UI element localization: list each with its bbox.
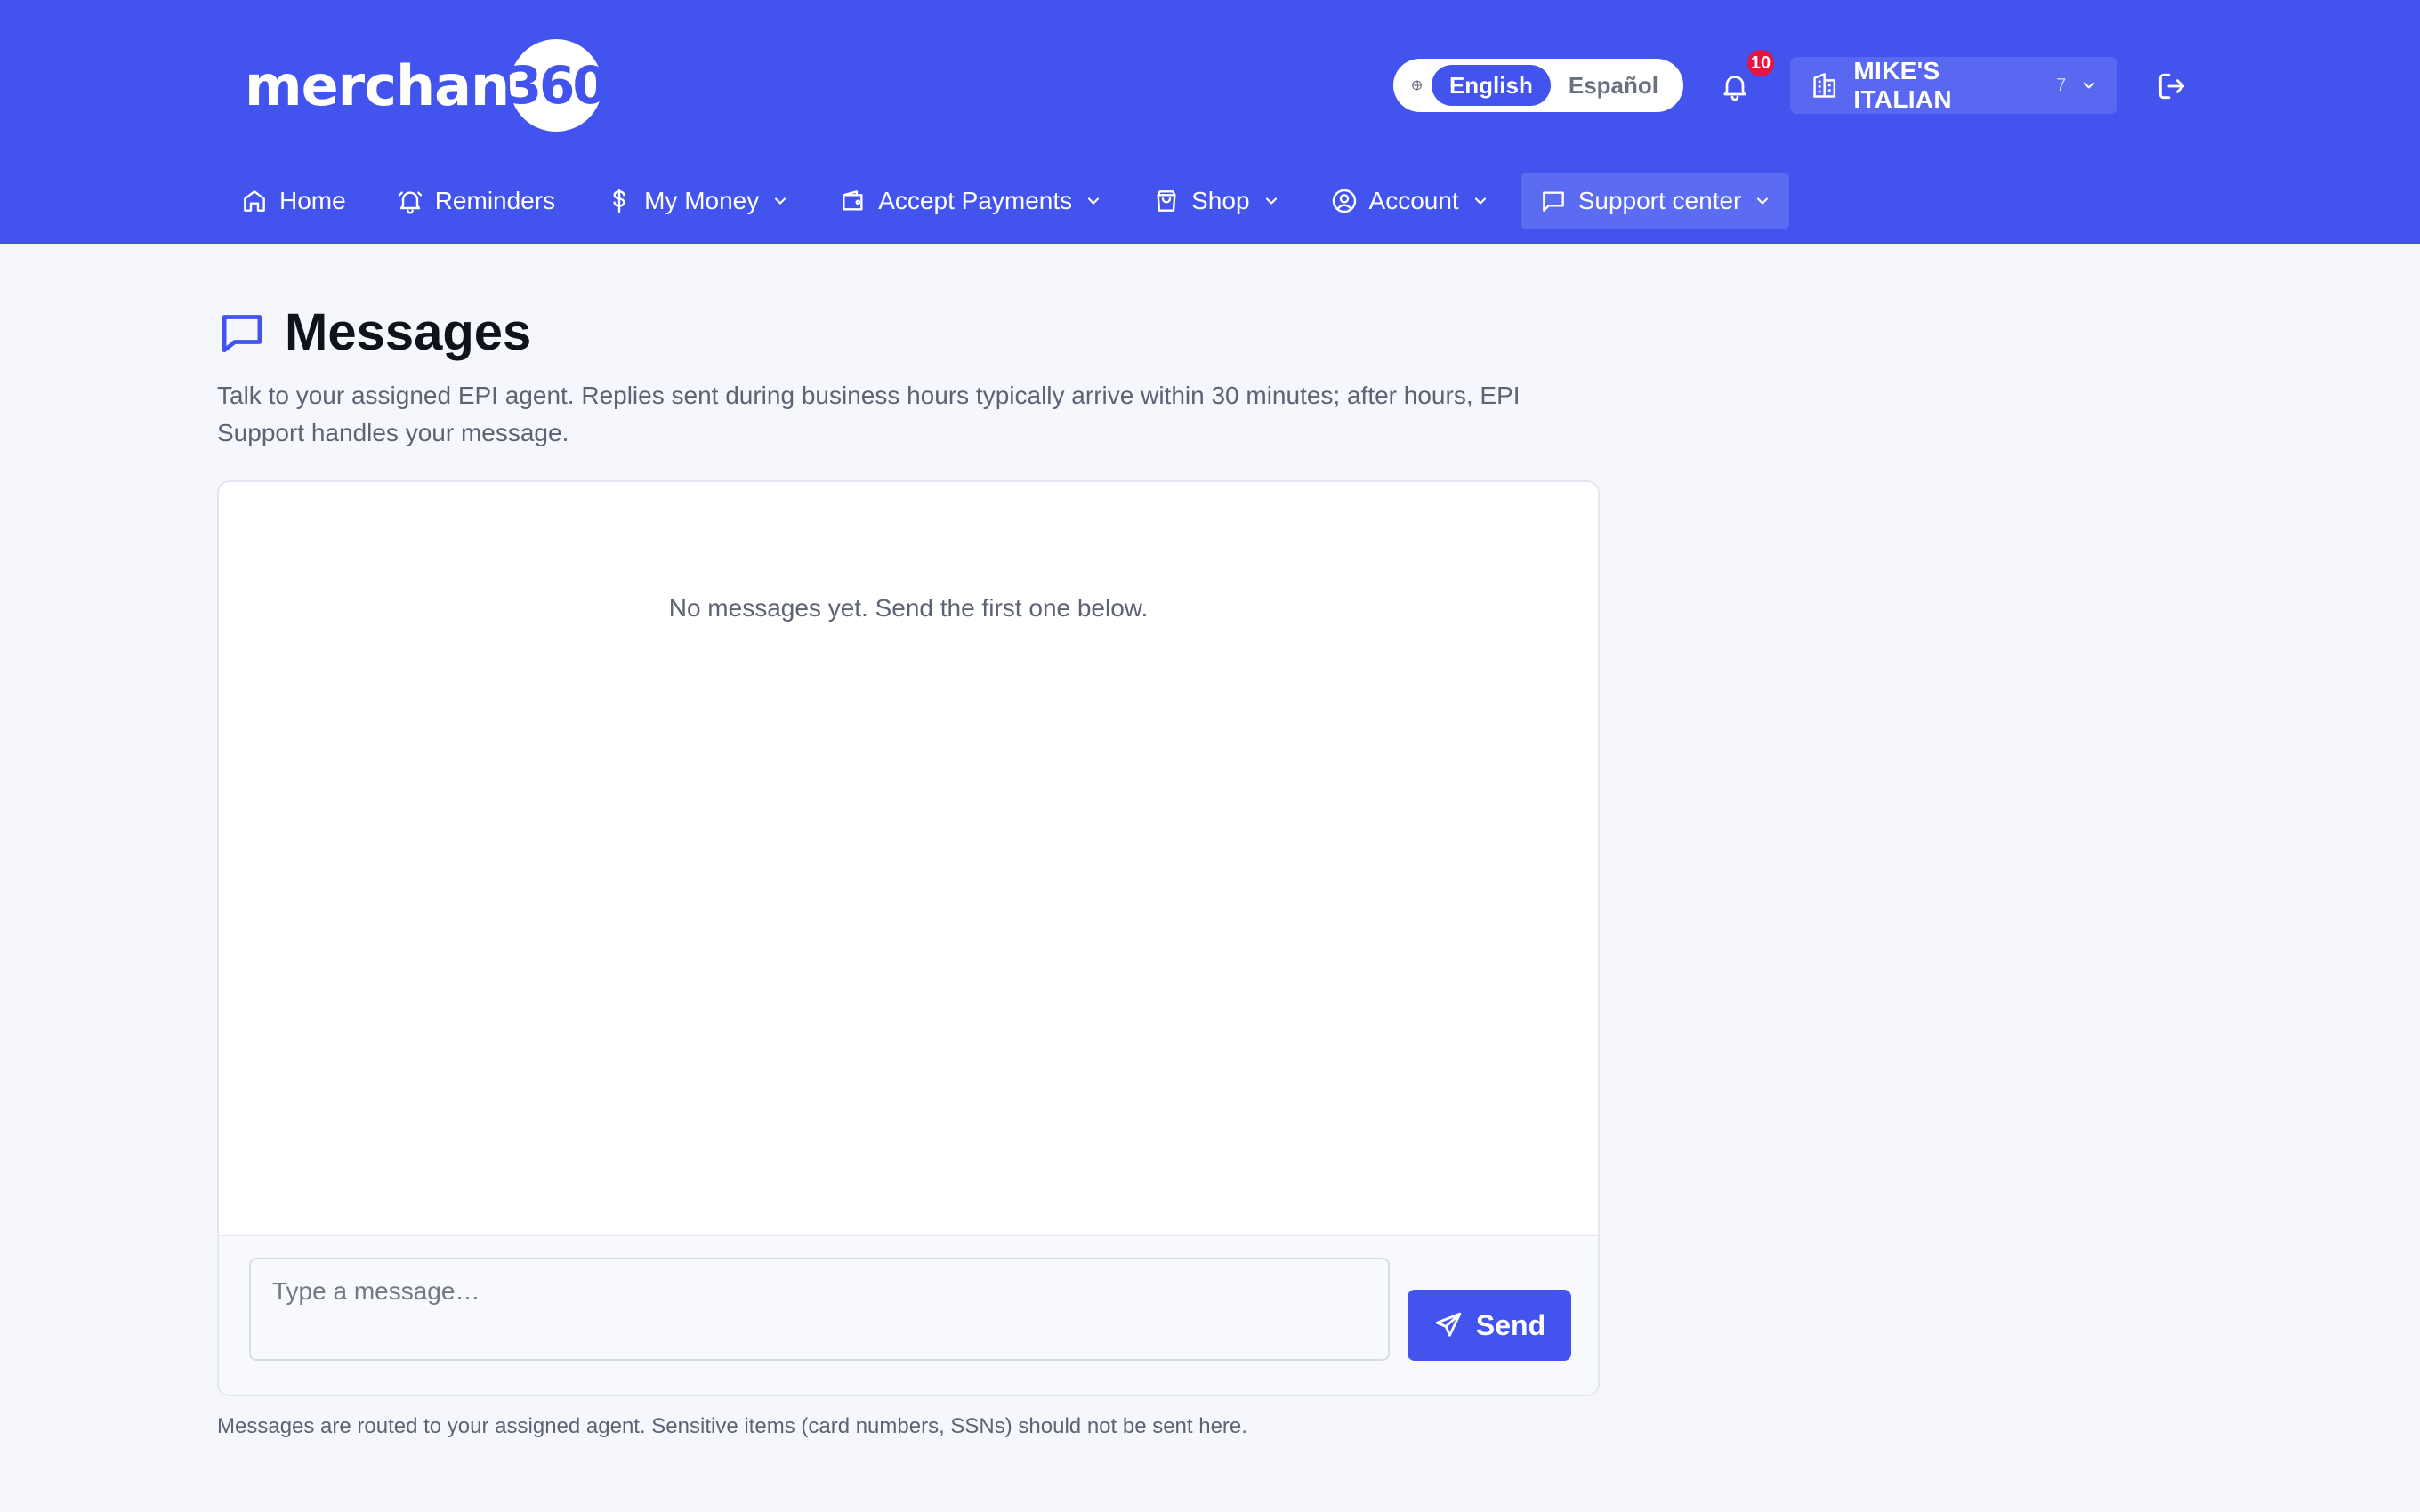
merchant-name: MIKE'S ITALIAN bbox=[1853, 57, 1952, 113]
nav-item-label: Home bbox=[279, 187, 346, 214]
messages-panel: No messages yet. Send the first one belo… bbox=[217, 480, 1600, 1396]
shopping-bag-icon bbox=[1157, 190, 1176, 212]
user-circle-icon bbox=[1332, 189, 1356, 213]
message-input[interactable] bbox=[249, 1258, 1390, 1361]
language-option-espanol[interactable]: Español bbox=[1551, 65, 1676, 106]
nav-item-label: Support center bbox=[1577, 187, 1742, 214]
language-toggle: English Español bbox=[1393, 59, 1683, 112]
page-header: Messages bbox=[217, 302, 531, 362]
send-button-label: Send bbox=[1475, 1308, 1546, 1341]
nav-item-account[interactable]: Account bbox=[1312, 173, 1507, 229]
main-navigation: Home Reminders My Money Accept Payments … bbox=[222, 173, 1803, 229]
notifications-bell-icon[interactable] bbox=[1719, 69, 1751, 103]
chevron-down-icon bbox=[1088, 197, 1100, 205]
send-button[interactable]: Send bbox=[1408, 1290, 1571, 1361]
nav-item-label: Accept Payments bbox=[878, 187, 1073, 214]
home-icon bbox=[244, 190, 265, 212]
nav-item-label: My Money bbox=[644, 187, 760, 214]
page-title: Messages bbox=[285, 303, 532, 361]
nav-item-my-money[interactable]: My Money bbox=[587, 173, 807, 229]
empty-state-message: No messages yet. Send the first one belo… bbox=[668, 594, 1149, 622]
logo-badge: 360 bbox=[506, 39, 609, 132]
merchant-location-count: 7 bbox=[2056, 75, 2067, 95]
send-icon bbox=[1435, 1312, 1462, 1337]
nav-item-shop[interactable]: Shop bbox=[1134, 173, 1297, 229]
message-icon bbox=[222, 314, 262, 352]
nav-item-support-center[interactable]: Support center bbox=[1521, 173, 1790, 229]
bell-icon bbox=[398, 191, 422, 214]
footer-note: Messages are routed to your assigned age… bbox=[217, 1414, 1247, 1438]
chevron-down-icon bbox=[1265, 197, 1277, 205]
chevron-down-icon bbox=[1757, 197, 1769, 205]
nav-item-label: Shop bbox=[1191, 187, 1250, 214]
logo-wordmark: merchant bbox=[245, 52, 536, 118]
nav-item-reminders[interactable]: Reminders bbox=[378, 173, 573, 229]
chevron-down-icon bbox=[775, 197, 786, 205]
message-icon bbox=[1542, 191, 1564, 212]
chevron-down-icon bbox=[2084, 82, 2095, 89]
nav-item-home[interactable]: Home bbox=[222, 173, 364, 229]
message-composer: Send bbox=[219, 1235, 1598, 1395]
notification-count-badge: 10 bbox=[1746, 48, 1776, 78]
globe-icon bbox=[1412, 80, 1422, 91]
nav-item-accept-payments[interactable]: Accept Payments bbox=[821, 173, 1120, 229]
merchant360-logo[interactable]: merchant 360 bbox=[245, 39, 609, 132]
merchant-selector-button[interactable]: MIKE'S ITALIAN 7 bbox=[1790, 57, 2118, 114]
logout-icon[interactable] bbox=[2155, 69, 2189, 103]
nav-item-label: Account bbox=[1368, 187, 1459, 214]
page-subtitle: Talk to your assigned EPI agent. Replies… bbox=[217, 382, 1521, 446]
top-header: merchant 360 English Español 10 MIKE'S I… bbox=[0, 0, 2420, 244]
building-icon bbox=[1813, 73, 1836, 98]
dollar-icon bbox=[613, 189, 625, 213]
nav-item-label: Reminders bbox=[434, 187, 556, 214]
language-option-english[interactable]: English bbox=[1431, 65, 1551, 106]
chevron-down-icon bbox=[1474, 197, 1486, 205]
wallet-icon bbox=[843, 190, 863, 211]
